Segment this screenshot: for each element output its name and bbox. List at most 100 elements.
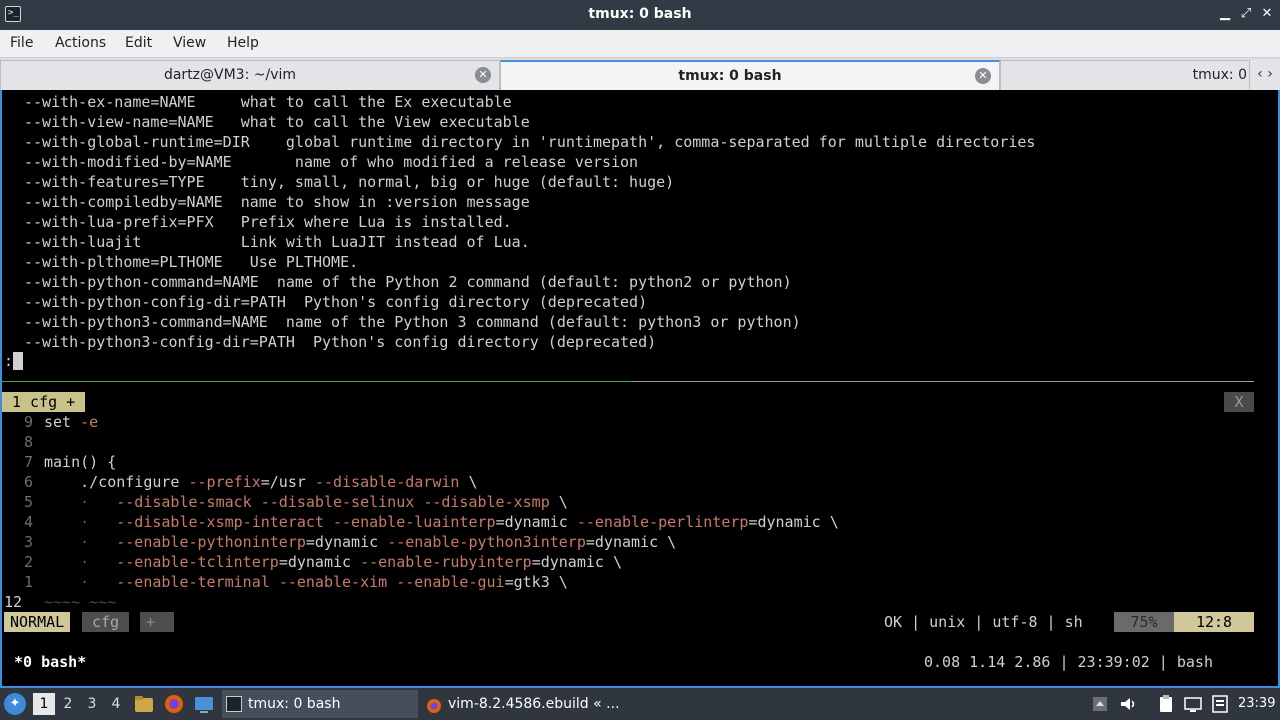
code-text: \ [459,473,478,491]
taskbar-item-tmux[interactable]: tmux: 0 bash [222,690,418,718]
line-number: 4 [24,513,34,531]
menu-bar: File Actions Edit View Help [0,30,1280,58]
code-text: =dynamic \ [531,553,622,571]
code-option: --enable-pythoninterp [116,533,306,551]
file-manager-icon[interactable] [133,693,155,715]
indent-guide: · [44,513,117,531]
desktop-icon[interactable] [193,693,215,715]
vim-tab-cfg[interactable]: 1 cfg + [2,392,86,412]
terminal-icon [226,696,242,712]
code-option: --disable-xsmp [423,493,550,511]
menu-actions[interactable]: Actions [55,35,106,51]
line-number: 7 [24,453,34,471]
code-line: main() { [44,453,117,471]
taskbar-item-label: vim-8.2.4586.ebuild « ... [448,696,618,712]
firefox-icon[interactable] [163,693,185,715]
code-text: =gtk3 \ [504,573,568,591]
code-option: --enable-xim [278,573,388,591]
help-line: --with-python-command=NAME name of the P… [24,273,792,291]
code-flag: -e [80,413,99,431]
code-option: --prefix [188,473,261,491]
scroll-percent: 75% [1114,612,1174,632]
taskbar-item-firefox[interactable]: vim-8.2.4586.ebuild « ... [422,690,618,718]
menu-file[interactable]: File [10,35,33,51]
code-text: =dynamic [278,553,361,571]
file-info: OK | unix | utf-8 | sh [884,613,1083,631]
terminal-area[interactable]: --with-ex-name=NAME what to call the Ex … [0,90,1280,688]
help-line: --with-luajit Link with LuaJIT instead o… [24,233,530,251]
code-line: · --enable-pythoninterp=dynamic --enable… [44,532,676,552]
tab-label: dartz@VM3: ~/vim [163,67,297,83]
active-pane-indicator [2,381,632,382]
indent-guide: · [44,493,117,511]
window-titlebar: >_ tmux: 0 bash ▁ ⤢ ✕ [0,0,1280,30]
workspace-3[interactable]: 3 [81,693,103,715]
code-line: · --disable-smack --disable-selinux --di… [44,492,568,512]
command-prompt: : [4,352,14,370]
code-line: ./configure --prefix=/usr --disable-darw… [44,472,478,492]
tab-label: tmux: 0 [1192,67,1247,83]
code-text: \ [549,493,568,511]
line-number: 3 [24,533,34,551]
code-option: --enable-gui [396,573,505,591]
menu-edit[interactable]: Edit [125,35,152,51]
maximize-button[interactable]: ⤢ [1237,5,1255,23]
code-line: · --disable-xsmp-interact --enable-luain… [44,512,839,532]
help-line: --with-python-config-dir=PATH Python's c… [24,293,648,311]
code-option: --disable-smack [116,493,252,511]
volume-icon[interactable] [1117,693,1139,715]
workspace-1[interactable]: 1 [33,693,55,715]
tab-tmux-other[interactable]: tmux: 0 [1000,60,1250,90]
code-option: --enable-python3interp [387,533,586,551]
line-number: 1 [24,573,34,591]
filename-indicator: cfg [82,612,130,632]
tab-vim-dir[interactable]: dartz@VM3: ~/vim ✕ [0,60,500,90]
minimize-button[interactable]: ▁ [1216,5,1234,23]
menu-help[interactable]: Help [227,35,259,51]
code-option: --enable-perlinterp [576,513,749,531]
pane-divider[interactable] [2,381,1254,382]
help-line: --with-python3-config-dir=PATH Python's … [24,333,657,351]
start-menu-icon[interactable]: ✦ [4,693,26,715]
menu-view[interactable]: View [173,35,206,51]
tab-label: tmux: 0 bash [678,68,782,84]
code-line: · --enable-terminal --enable-xim --enabl… [44,572,568,592]
line-number: 2 [24,553,34,571]
line-number: 5 [24,493,34,511]
tray-arrow-icon[interactable] [1089,693,1111,715]
line-number: 8 [24,433,34,451]
close-button[interactable]: ✕ [1258,5,1276,23]
window-title: tmux: 0 bash [588,6,692,22]
firefox-icon [426,696,442,713]
code-line: · --enable-tclinterp=dynamic --enable-ru… [44,552,622,572]
tab-close-icon[interactable]: ✕ [475,67,491,83]
tab-close-icon[interactable]: ✕ [975,68,991,84]
clipboard-icon[interactable] [1155,693,1177,715]
code-option: --disable-xsmp-interact [116,513,324,531]
indent-guide: · [44,533,117,551]
current-line-number: 12 [4,593,23,611]
workspace-4[interactable]: 4 [105,693,127,715]
code-text: ./configure [44,473,189,491]
vim-tab-close-button[interactable]: X [1224,392,1254,412]
tab-tmux-active[interactable]: tmux: 0 bash ✕ [500,60,1000,90]
help-line: --with-modified-by=NAME name of who modi… [24,153,639,171]
tab-scroll-arrows[interactable]: ‹ › [1250,60,1280,90]
code-text: =dynamic [305,533,388,551]
current-line-partial: ~~~~ ~~~ [44,593,117,604]
tmux-window-indicator[interactable]: *0 bash* [14,652,86,672]
code-option: --enable-terminal [116,573,270,591]
code-option: --enable-rubyinterp [360,553,532,571]
help-line: --with-global-runtime=DIR global runtime… [24,133,1036,151]
taskbar-clock[interactable]: 23:39 [1238,688,1275,720]
display-icon[interactable] [1182,693,1204,715]
taskbar-item-label: tmux: 0 bash [248,696,341,712]
code-text: =dynamic [495,513,577,531]
workspace-2[interactable]: 2 [57,693,79,715]
taskbar: ✦ 1 2 3 4 tmux: 0 bash vim-8.2.4586.ebui… [0,688,1280,720]
help-line: --with-ex-name=NAME what to call the Ex … [24,93,512,111]
code-text: =dynamic \ [585,533,677,551]
help-line: --with-python3-command=NAME name of the … [24,313,801,331]
network-icon[interactable] [1209,693,1231,715]
code-option: --disable-selinux [260,493,415,511]
